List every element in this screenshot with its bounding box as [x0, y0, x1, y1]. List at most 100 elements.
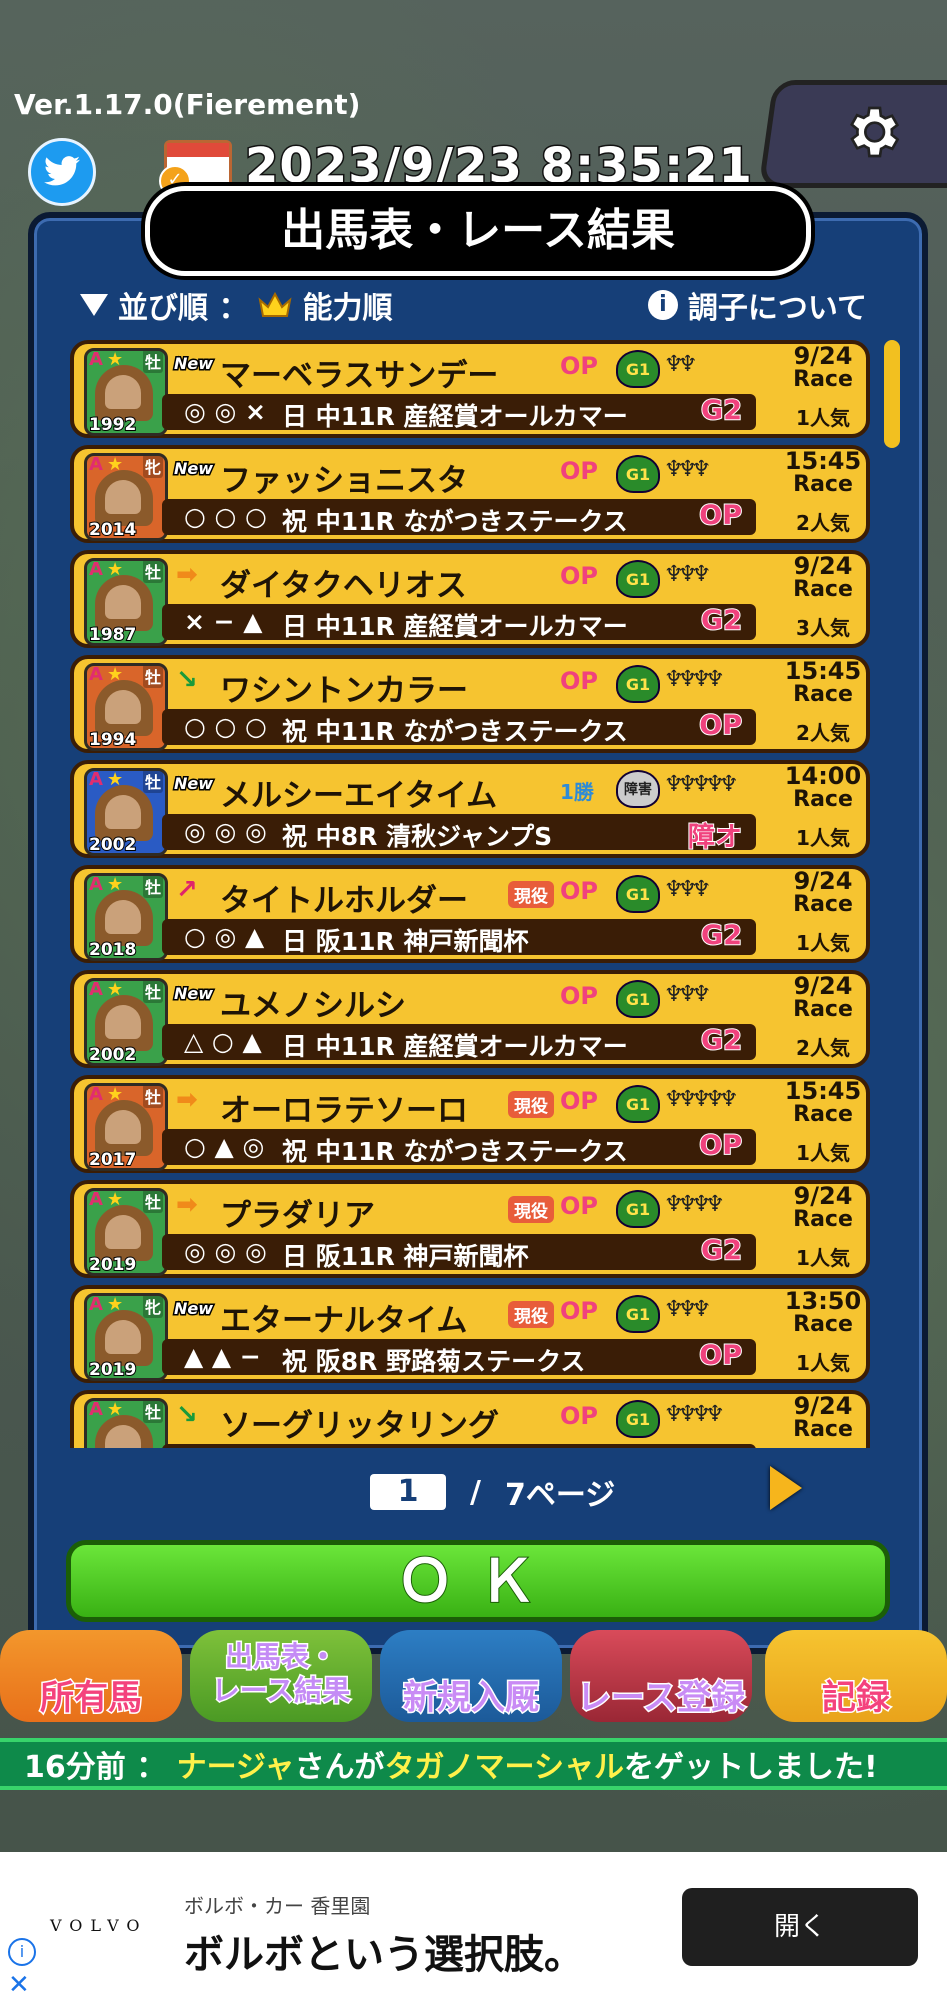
- horse-grade: A: [89, 559, 103, 580]
- active-badge: 現役: [508, 1091, 554, 1118]
- nav-new-stable[interactable]: 新規入厩: [380, 1630, 562, 1722]
- horse-row[interactable]: A ★ 牡 1987 ➡ ダイタクヘリオス OP G1 ♆♆♆ 9/24 Rac…: [70, 550, 870, 648]
- horse-row[interactable]: A ★ 牝 2019 New エターナルタイム 現役 OP G1 ♆♆♆ 13:…: [70, 1285, 870, 1383]
- popularity: 3人気: [796, 616, 850, 640]
- horse-portrait: A ★ 牡 2018: [84, 873, 168, 961]
- horse-grade: A: [89, 979, 103, 1000]
- horse-silhouette-icon: [95, 1100, 153, 1156]
- horse-list[interactable]: A ★ 牡 1992 New マーベラスサンデー OP G1 ♆♆ 9/24 R…: [70, 340, 878, 1448]
- ad-info-icon[interactable]: i: [8, 1938, 36, 1966]
- horse-sex: 牡: [142, 351, 163, 373]
- race-title: 中11R ながつきステークス: [315, 507, 628, 536]
- horse-grade: A: [89, 769, 103, 790]
- horse-silhouette-icon: [95, 1205, 153, 1261]
- horse-row[interactable]: A ★ 牡 2019 ➡ プラダリア 現役 OP G1 ♆♆♆♆ 9/24 Ra…: [70, 1180, 870, 1278]
- race-grade: OP: [698, 709, 743, 742]
- new-tag: New: [172, 773, 214, 795]
- horse-sex: 牡: [142, 1191, 163, 1213]
- twitter-button[interactable]: [28, 138, 96, 206]
- popularity: 1人気: [796, 1246, 850, 1270]
- horse-name: メルシーエイタイム: [220, 778, 498, 814]
- prediction-marks: ○ ○ ○: [184, 712, 267, 741]
- race-title: 中11R ながつきステークス: [315, 1137, 628, 1166]
- horse-class: OP: [560, 877, 598, 905]
- g1-badge: G1: [616, 665, 660, 703]
- race-label: Race: [793, 472, 853, 497]
- active-badge: 現役: [508, 881, 554, 908]
- active-badge: 現役: [508, 1301, 554, 1328]
- page-separator: /: [470, 1474, 481, 1510]
- race-day: 日: [282, 1242, 308, 1271]
- ad-headline: ボルボという選択肢。: [184, 1932, 584, 1978]
- horse-grade: A: [89, 1084, 103, 1105]
- horse-portrait: A ★ 牝 2019: [84, 1293, 168, 1381]
- horse-row[interactable]: A ★ 牡 2002 New ユメノシルシ OP G1 ♆♆♆ 9/24 Rac…: [70, 970, 870, 1068]
- race-date: 9/24: [793, 1182, 853, 1210]
- race-grade: G2: [700, 1024, 743, 1057]
- race-name: 祝 中8R 清秋ジャンプS: [282, 817, 552, 853]
- horse-row[interactable]: A ★ 牡 1994 ↘ ワシントンカラー OP G1 ♆♆♆♆ 15:45 R…: [70, 655, 870, 753]
- horse-row[interactable]: A ★ 牡 2002 New メルシーエイタイム 1勝 障害 ♆♆♆♆♆ 14:…: [70, 760, 870, 858]
- horse-name: タイトルホルダー: [220, 883, 468, 919]
- race-time: 9/24 Race: [780, 1184, 866, 1232]
- horse-silhouette-icon: [95, 575, 153, 631]
- horse-class: OP: [560, 352, 598, 380]
- race-name: 祝 阪8R 野路菊ステークス: [282, 1342, 585, 1378]
- star-icon: ★: [107, 559, 124, 580]
- nav-records[interactable]: 記録: [765, 1630, 947, 1722]
- horse-grade: A: [89, 1399, 103, 1420]
- next-page-arrow-icon[interactable]: [770, 1466, 802, 1510]
- popularity: 2人気: [796, 721, 850, 745]
- star-icon: ★: [107, 1189, 124, 1210]
- race-time: 14:00 Race: [780, 764, 866, 812]
- horse-sex: 牝: [142, 1296, 163, 1318]
- list-scrollbar[interactable]: [884, 340, 900, 448]
- horse-row[interactable]: A ★ 牡 ↘ ソーグリッタリング OP G1 ♆♆♆♆ 9/24 Race: [70, 1390, 870, 1448]
- race-date: 9/24: [793, 552, 853, 580]
- horse-portrait: A ★ 牡 1992: [84, 348, 168, 436]
- sort-selector[interactable]: 並び順 ： 能力順: [80, 283, 392, 327]
- popularity: 2人気: [796, 1036, 850, 1060]
- horse-portrait: A ★ 牡 1987: [84, 558, 168, 646]
- ad-dealer: ボルボ・カー 香里園: [184, 1894, 371, 1918]
- horse-name: ダイタクヘリオス: [220, 568, 467, 604]
- horse-grade: A: [89, 349, 103, 370]
- horse-row[interactable]: A ★ 牡 1992 New マーベラスサンデー OP G1 ♆♆ 9/24 R…: [70, 340, 870, 438]
- race-date: 9/24: [793, 972, 853, 1000]
- horseshoe-icons: ♆♆♆♆: [664, 667, 725, 692]
- race-time: 9/24 Race: [780, 554, 866, 602]
- prediction-marks: ◎ ◎ ◎: [184, 1237, 267, 1266]
- nav-race-card[interactable]: 出馬表・ レース結果: [190, 1630, 372, 1722]
- popularity: 2人気: [796, 511, 850, 535]
- ad-open-button[interactable]: 開く: [682, 1888, 918, 1966]
- race-title: 中11R 産経賞オールカマー: [315, 402, 628, 431]
- nav-race-register[interactable]: レース登録: [570, 1630, 752, 1722]
- horse-silhouette-icon: [95, 680, 153, 736]
- race-day: 祝: [282, 1347, 308, 1376]
- horse-row[interactable]: A ★ 牡 2017 ➡ オーロラテソーロ 現役 OP G1 ♆♆♆♆♆ 15:…: [70, 1075, 870, 1173]
- ad-banner[interactable]: VOLVO ボルボ・カー 香里園 ボルボという選択肢。 開く i ✕: [0, 1852, 947, 2000]
- nav-owned-horses[interactable]: 所有馬: [0, 1630, 182, 1722]
- ok-button[interactable]: ＯＫ: [66, 1540, 890, 1622]
- horse-year: 1992: [88, 414, 137, 435]
- star-icon: ★: [107, 664, 124, 685]
- race-title: 阪8R 野路菊ステークス: [315, 1347, 586, 1376]
- horse-row[interactable]: A ★ 牝 2014 New ファッショニスタ OP G1 ♆♆♆ 15:45 …: [70, 445, 870, 543]
- ticker-time: 16分前 ：: [24, 1750, 167, 1785]
- horse-sex: 牡: [142, 561, 163, 583]
- trend-arrow-icon: ➡: [176, 560, 198, 590]
- g1-badge: G1: [616, 455, 660, 493]
- horse-grade: A: [89, 1189, 103, 1210]
- ad-close-icon[interactable]: ✕: [8, 1970, 30, 2000]
- g1-badge: G1: [616, 980, 660, 1018]
- race-label: Race: [793, 1417, 853, 1442]
- g1-badge: G1: [616, 1295, 660, 1333]
- condition-info-link[interactable]: i 調子について: [647, 283, 867, 327]
- horse-name: ソーグリッタリング: [220, 1408, 499, 1444]
- horse-class: OP: [560, 562, 598, 590]
- horse-sex: 牝: [142, 456, 163, 478]
- horse-portrait: A ★ 牡 2019: [84, 1188, 168, 1276]
- horse-row[interactable]: A ★ 牡 2018 ↗ タイトルホルダー 現役 OP G1 ♆♆♆ 9/24 …: [70, 865, 870, 963]
- page-input[interactable]: 1: [370, 1474, 446, 1510]
- horseshoe-icons: ♆♆♆♆♆: [664, 772, 739, 797]
